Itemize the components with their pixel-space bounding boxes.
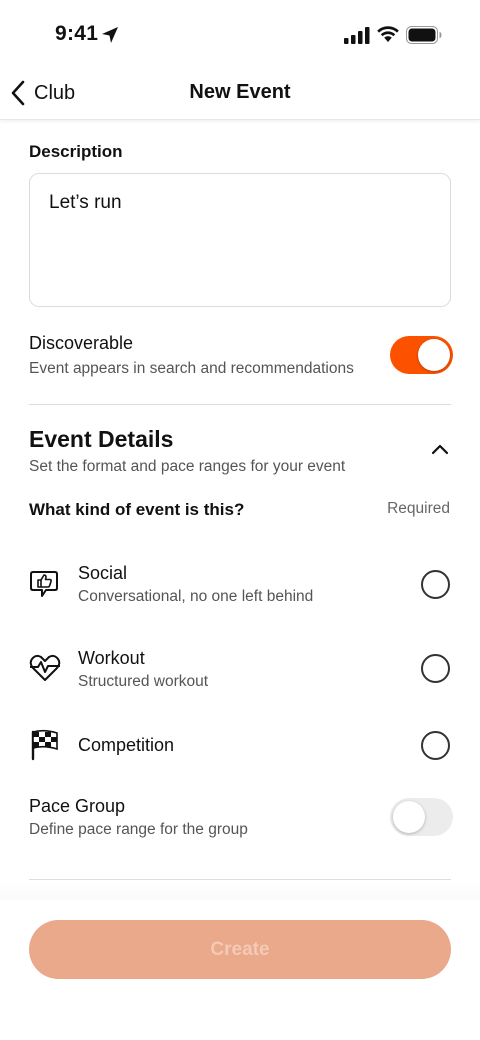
divider [29,404,451,405]
pace-group-title: Pace Group [29,796,126,816]
battery-icon [406,26,442,44]
social-radio[interactable] [421,570,450,599]
chevron-up-icon[interactable] [430,442,450,456]
wifi-icon [377,26,399,42]
workout-radio[interactable] [421,654,450,683]
event-type-question: What kind of event is this? [29,500,245,519]
pace-group-toggle[interactable] [390,798,453,836]
event-details-title: Event Details [29,426,174,452]
description-textarea[interactable]: Let’s run [29,173,451,307]
option-workout-title: Workout [78,648,145,668]
status-bar: 9:41 [0,0,480,70]
thumbs-up-bubble-icon [30,571,58,597]
pace-group-subtitle: Define pace range for the group [29,821,248,838]
discoverable-toggle[interactable] [390,336,453,374]
location-arrow-icon [102,27,118,43]
cellular-signal-icon [344,27,370,44]
page-title: New Event [189,81,291,103]
event-details-subtitle: Set the format and pace ranges for your … [29,458,346,475]
toggle-knob [418,339,450,371]
discoverable-subtitle: Event appears in search and recommendati… [29,360,354,377]
option-competition-title: Competition [78,735,175,755]
checkered-flag-icon [31,729,58,761]
required-label: Required [387,500,450,517]
option-workout-subtitle: Structured workout [78,673,209,690]
navigation-bar: Club New Event [0,70,480,120]
option-social-title: Social [78,563,128,583]
discoverable-title: Discoverable [29,333,134,353]
heartbeat-icon [29,654,61,681]
option-social-subtitle: Conversational, no one left behind [78,588,314,605]
description-label: Description [29,142,123,161]
toggle-knob [393,801,425,833]
create-button[interactable]: Create [29,920,451,979]
status-time: 9:41 [55,22,99,45]
competition-radio[interactable] [421,731,450,760]
